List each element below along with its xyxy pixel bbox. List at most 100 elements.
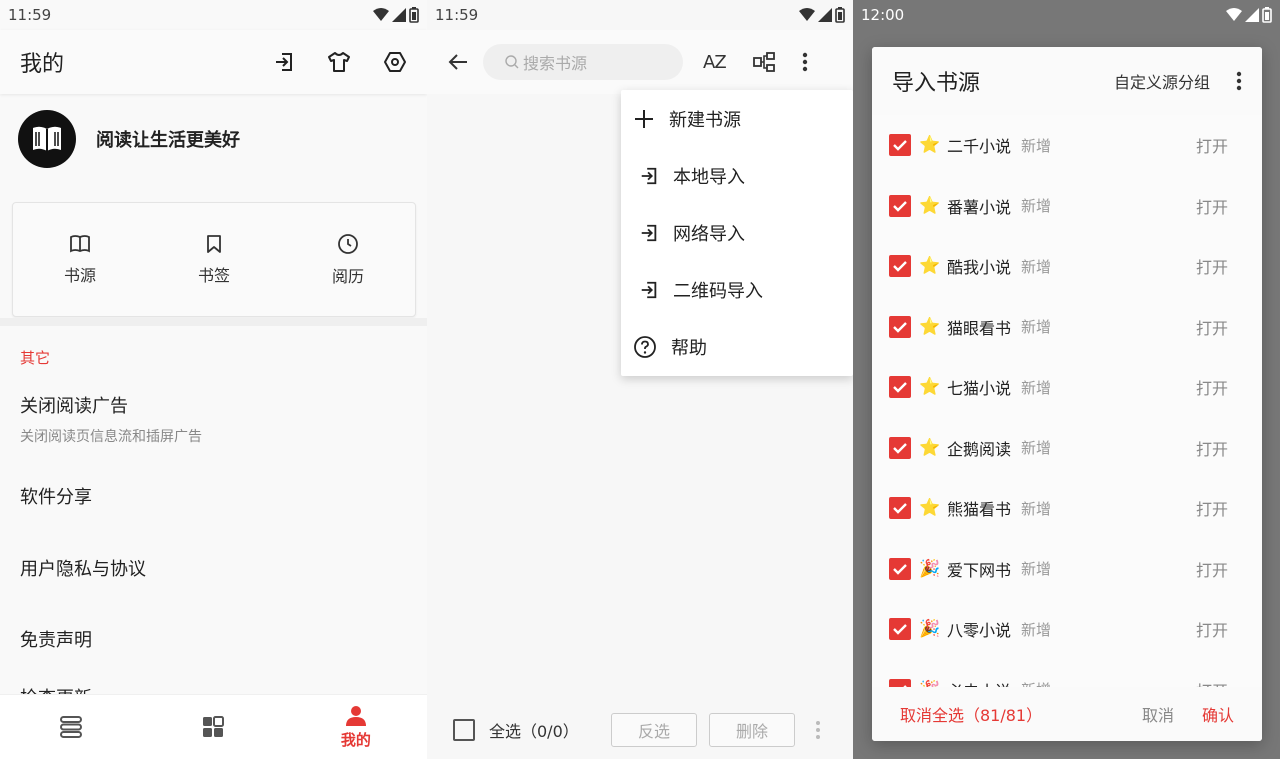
open-button[interactable]: 打开 [1196,678,1228,687]
status-time: 11:59 [8,6,52,24]
list-item[interactable]: 🎉 必去小说 新增 打开 [872,660,1262,687]
open-button[interactable]: 打开 [1196,496,1228,520]
more-vert-icon[interactable] [815,720,821,740]
open-button[interactable]: 打开 [1196,254,1228,278]
list-item[interactable]: 🎉 八零小说 新增 打开 [872,599,1262,660]
item-checkbox[interactable] [889,255,911,278]
pref-share-app[interactable]: 软件分享 [20,483,92,509]
unselect-all-button[interactable]: 取消全选（81/81） [900,702,1142,726]
menu-item-label: 新建书源 [669,109,741,131]
list-item[interactable]: ⭐ 熊猫看书 新增 打开 [872,478,1262,539]
menu-item-network-import[interactable]: 网络导入 [621,204,853,261]
nav-bookshelf[interactable] [0,695,142,759]
item-checkbox[interactable] [889,436,911,459]
quick-item-history[interactable]: 阅历 [281,203,415,316]
bookmark-icon [205,234,223,254]
theme-shirt-icon[interactable] [327,51,351,73]
more-vert-icon[interactable] [1236,70,1242,92]
sort-az-icon[interactable]: AZ [703,52,727,73]
cancel-button[interactable]: 取消 [1142,702,1174,726]
nav-label: 我的 [340,730,371,749]
open-button[interactable]: 打开 [1196,133,1228,157]
list-item[interactable]: ⭐ 七猫小说 新增 打开 [872,357,1262,418]
menu-item-new-source[interactable]: 新建书源 [621,90,853,147]
star-icon: ⭐ [919,437,941,458]
open-button[interactable]: 打开 [1196,557,1228,581]
menu-item-label: 帮助 [671,337,707,359]
item-checkbox[interactable] [889,497,911,520]
status-badge: 新增 [1021,257,1052,276]
open-button[interactable]: 打开 [1196,617,1228,641]
select-all-checkbox[interactable] [453,718,475,741]
list-item[interactable]: ⭐ 企鹅阅读 新增 打开 [872,418,1262,479]
search-icon [505,55,519,69]
item-checkbox[interactable] [889,134,911,157]
status-badge: 新增 [1021,439,1052,458]
quick-item-book-source[interactable]: 书源 [13,203,147,316]
back-arrow-icon[interactable] [447,52,469,72]
pref-title: 关闭阅读广告 [20,396,128,417]
wifi-icon [373,8,389,21]
menu-item-label: 网络导入 [673,223,745,245]
source-name: 二千小说 [947,137,1012,157]
pref-close-ads[interactable]: 关闭阅读广告 关闭阅读页信息流和插屏广告 [20,392,202,446]
item-checkbox[interactable] [889,376,911,399]
more-vert-icon[interactable] [802,51,808,73]
menu-item-local-import[interactable]: 本地导入 [621,147,853,204]
pref-title: 软件分享 [20,487,92,508]
open-button[interactable]: 打开 [1196,194,1228,218]
confirm-button[interactable]: 确认 [1202,702,1234,726]
item-checkbox[interactable] [889,618,911,641]
invert-selection-button[interactable]: 反选 [611,712,697,747]
delete-button[interactable]: 删除 [709,712,795,747]
list-item[interactable]: ⭐ 猫眼看书 新增 打开 [872,297,1262,358]
group-icon[interactable] [752,51,776,73]
list-item[interactable]: ⭐ 酷我小说 新增 打开 [872,236,1262,297]
search-input[interactable]: 搜索书源 [483,44,683,80]
status-bar: 11:59 [427,0,853,30]
section-header-other: 其它 [20,349,51,367]
profile-header[interactable]: 阅读让生活更美好 [18,110,240,168]
nav-explore[interactable] [142,695,284,759]
source-name: 企鹅阅读 [947,439,1012,459]
dialog-title: 导入书源 [892,71,981,96]
status-badge: 新增 [1021,679,1196,687]
list-item[interactable]: 🎉 爱下网书 新增 打开 [872,539,1262,600]
menu-item-qrcode-import[interactable]: 二维码导入 [621,261,853,318]
item-checkbox[interactable] [889,678,911,687]
open-button[interactable]: 打开 [1196,375,1228,399]
open-button[interactable]: 打开 [1196,436,1228,460]
item-checkbox[interactable] [889,315,911,338]
pref-disclaimer[interactable]: 免责声明 [20,626,92,652]
import-icon [639,223,659,243]
status-badge: 新增 [1021,318,1052,337]
search-placeholder: 搜索书源 [523,54,588,73]
select-all-label[interactable]: 全选（0/0） [489,718,599,742]
status-badge: 新增 [1021,197,1052,216]
import-dialog-screen: 12:00 导入书源 自定义源分组 ⭐ 二千小说 新增 打开 ⭐ 番薯小说 新增… [853,0,1280,759]
pref-title: 免责声明 [20,630,92,651]
source-name: 番薯小说 [947,197,1012,217]
open-button[interactable]: 打开 [1196,315,1228,339]
wifi-icon [799,8,815,21]
quick-item-bookmark[interactable]: 书签 [147,203,281,316]
pref-privacy[interactable]: 用户隐私与协议 [20,555,146,581]
custom-group-button[interactable]: 自定义源分组 [1114,69,1210,93]
dialog-header: 导入书源 自定义源分组 [872,47,1262,115]
menu-item-help[interactable]: 帮助 [621,318,853,375]
settings-icon[interactable] [383,50,407,74]
item-checkbox[interactable] [889,557,911,580]
item-checkbox[interactable] [889,194,911,217]
nav-my[interactable]: 我的 [285,695,427,759]
source-list[interactable]: ⭐ 二千小说 新增 打开 ⭐ 番薯小说 新增 打开 ⭐ 酷我小说 新增 打开 ⭐… [872,115,1262,687]
quick-item-label: 阅历 [331,266,364,286]
party-popper-icon: 🎉 [919,619,941,640]
list-item[interactable]: ⭐ 番薯小说 新增 打开 [872,176,1262,237]
status-time: 12:00 [861,6,905,24]
list-item[interactable]: ⭐ 二千小说 新增 打开 [872,115,1262,176]
help-icon [633,335,657,359]
quick-item-label: 书签 [197,265,230,285]
app-bar: 我的 [0,30,427,94]
system-icons [799,7,845,23]
import-icon[interactable] [273,51,295,73]
